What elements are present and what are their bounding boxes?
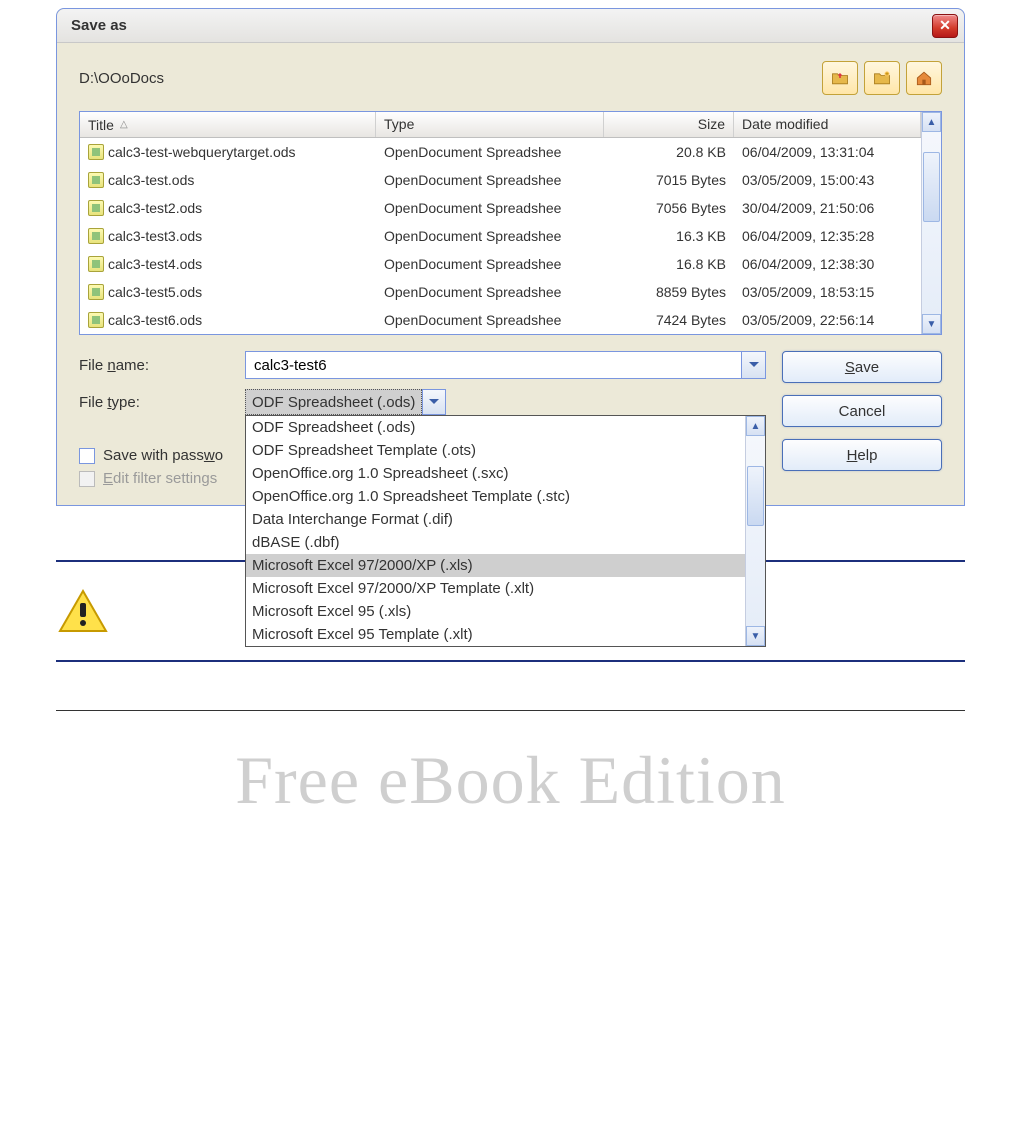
scroll-thumb[interactable] [747,466,764,526]
folder-up-icon [830,68,850,88]
filetype-option[interactable]: Data Interchange Format (.dif) [246,508,745,531]
scroll-up-icon[interactable]: ▲ [922,112,941,132]
spreadsheet-file-icon [88,256,104,272]
filetype-option[interactable]: OpenOffice.org 1.0 Spreadsheet Template … [246,485,745,508]
file-size: 16.8 KB [604,256,734,272]
file-size: 20.8 KB [604,144,734,160]
file-date: 06/04/2009, 13:31:04 [734,144,921,160]
file-type: OpenDocument Spreadshee [376,144,604,160]
file-date: 03/05/2009, 22:56:14 [734,312,921,328]
filetype-dropdown: ODF Spreadsheet (.ods)ODF Spreadsheet Te… [245,415,766,647]
home-button[interactable] [906,61,942,95]
dialog-title: Save as [71,17,127,34]
file-size: 7056 Bytes [604,200,734,216]
save-password-label: Save with passwo [103,447,223,464]
file-type: OpenDocument Spreadshee [376,312,604,328]
file-size: 7015 Bytes [604,172,734,188]
file-name: calc3-test2.ods [108,200,202,216]
folder-new-icon [872,68,892,88]
file-row[interactable]: calc3-test.ods OpenDocument Spreadshee701… [80,166,921,194]
column-date[interactable]: Date modified [734,112,921,137]
file-type: OpenDocument Spreadshee [376,256,604,272]
file-row[interactable]: calc3-test4.ods OpenDocument Spreadshee16… [80,250,921,278]
filetype-option[interactable]: dBASE (.dbf) [246,531,745,554]
file-list: Title△ Type Size Date modified calc3-tes… [79,111,942,335]
current-path: D:\OOoDocs [79,70,822,87]
file-date: 06/04/2009, 12:35:28 [734,228,921,244]
file-date: 03/05/2009, 18:53:15 [734,284,921,300]
file-list-scrollbar[interactable]: ▲ ▼ [921,112,941,334]
file-row[interactable]: calc3-test-webquerytarget.ods OpenDocumen… [80,138,921,166]
column-size[interactable]: Size [604,112,734,137]
file-row[interactable]: calc3-test2.ods OpenDocument Spreadshee70… [80,194,921,222]
new-folder-button[interactable] [864,61,900,95]
file-date: 06/04/2009, 12:38:30 [734,256,921,272]
file-type: OpenDocument Spreadshee [376,228,604,244]
file-name: calc3-test6.ods [108,312,202,328]
spreadsheet-file-icon [88,284,104,300]
home-icon [914,68,934,88]
filetype-option[interactable]: Microsoft Excel 95 (.xls) [246,600,745,623]
edit-filter-label: Edit filter settings [103,470,217,487]
titlebar: Save as ✕ [57,9,964,43]
scroll-down-icon[interactable]: ▼ [922,314,941,334]
scroll-down-icon[interactable]: ▼ [746,626,765,646]
filetype-option[interactable]: OpenOffice.org 1.0 Spreadsheet (.sxc) [246,462,745,485]
file-size: 16.3 KB [604,228,734,244]
file-type: OpenDocument Spreadshee [376,284,604,300]
close-icon: ✕ [939,17,951,34]
divider [56,660,965,662]
filename-label: File name: [79,357,245,374]
divider [56,710,965,711]
file-type: OpenDocument Spreadshee [376,172,604,188]
spreadsheet-file-icon [88,312,104,328]
filename-input[interactable] [245,351,742,379]
file-row[interactable]: calc3-test5.ods OpenDocument Spreadshee88… [80,278,921,306]
save-button[interactable]: Save [782,351,942,383]
filetype-label: File type: [79,394,245,411]
filetype-option[interactable]: Microsoft Excel 95 Template (.xlt) [246,623,745,646]
file-name: calc3-test5.ods [108,284,202,300]
file-row[interactable]: calc3-test6.ods OpenDocument Spreadshee74… [80,306,921,334]
scroll-thumb[interactable] [923,152,940,222]
file-name: calc3-test4.ods [108,256,202,272]
filename-dropdown-button[interactable] [742,351,766,379]
save-password-checkbox[interactable] [79,448,95,464]
column-type[interactable]: Type [376,112,604,137]
file-type: OpenDocument Spreadshee [376,200,604,216]
file-date: 03/05/2009, 15:00:43 [734,172,921,188]
spreadsheet-file-icon [88,144,104,160]
up-folder-button[interactable] [822,61,858,95]
dropdown-scrollbar[interactable]: ▲ ▼ [745,416,765,646]
watermark-text: Free eBook Edition [56,741,965,820]
save-as-dialog: Save as ✕ D:\OOoDocs [56,8,965,506]
filetype-option[interactable]: ODF Spreadsheet Template (.ots) [246,439,745,462]
filetype-option[interactable]: ODF Spreadsheet (.ods) [246,416,745,439]
list-header: Title△ Type Size Date modified [80,112,921,138]
close-button[interactable]: ✕ [932,14,958,38]
spreadsheet-file-icon [88,228,104,244]
file-row[interactable]: calc3-test3.ods OpenDocument Spreadshee16… [80,222,921,250]
filetype-option[interactable]: Microsoft Excel 97/2000/XP (.xls) [246,554,745,577]
column-title[interactable]: Title△ [80,112,376,137]
spreadsheet-file-icon [88,172,104,188]
file-name: calc3-test.ods [108,172,194,188]
scroll-up-icon[interactable]: ▲ [746,416,765,436]
file-date: 30/04/2009, 21:50:06 [734,200,921,216]
file-name: calc3-test-webquerytarget.ods [108,144,296,160]
filetype-option[interactable]: Microsoft Excel 97/2000/XP Template (.xl… [246,577,745,600]
sort-asc-icon: △ [120,119,128,130]
cancel-button[interactable]: Cancel [782,395,942,427]
file-size: 8859 Bytes [604,284,734,300]
filetype-select[interactable]: ODF Spreadsheet (.ods) [245,389,422,415]
file-size: 7424 Bytes [604,312,734,328]
filetype-dropdown-button[interactable] [422,389,446,415]
edit-filter-checkbox [79,471,95,487]
warning-icon [56,587,110,635]
help-button[interactable]: Help [782,439,942,471]
file-name: calc3-test3.ods [108,228,202,244]
spreadsheet-file-icon [88,200,104,216]
